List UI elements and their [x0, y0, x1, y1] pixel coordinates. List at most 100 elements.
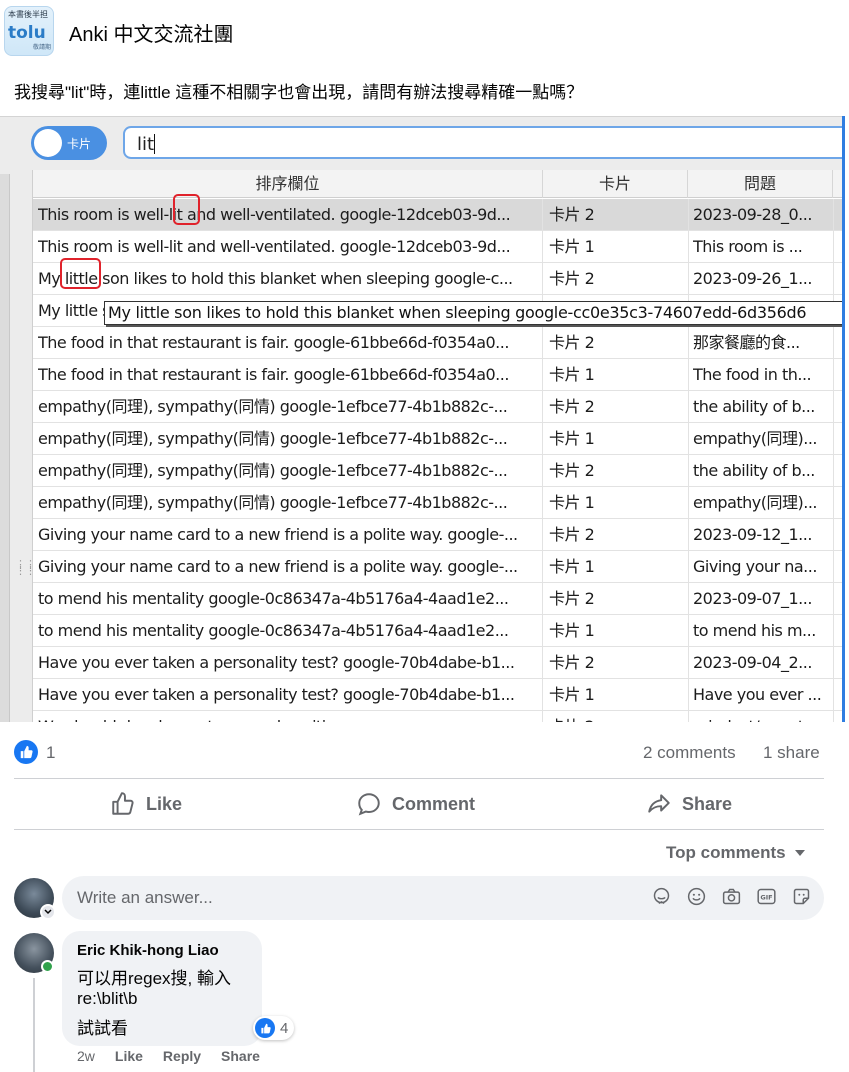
online-status-dot [41, 960, 54, 973]
column-separator [688, 199, 689, 230]
row-card: 卡片 1 [549, 429, 595, 448]
table-row[interactable]: to mend his mentality google-0c86347a-4b… [33, 615, 842, 647]
camera-icon[interactable] [721, 886, 742, 907]
column-separator [688, 327, 689, 358]
row-sort-field: My little son likes to hold this blanket… [38, 263, 543, 294]
group-name-link[interactable]: Anki 中文交流社團 [69, 18, 233, 47]
column-header-card[interactable]: 卡片 [543, 170, 688, 198]
thread-line [33, 978, 35, 1072]
row-question: empathy(同理)... [693, 493, 818, 512]
row-sort-field: to mend his mentality google-0c86347a-4b… [38, 615, 543, 646]
row-card: 卡片 2 [549, 653, 595, 672]
table-row[interactable]: Giving your name card to a new friend is… [33, 551, 842, 583]
row-tooltip: My little son likes to hold this blanket… [104, 301, 842, 325]
post-actions: Like Comment Share [14, 779, 824, 829]
comment-count-link[interactable]: 2 comments [643, 743, 736, 763]
group-avatar[interactable]: 本書後半担 tolu 敬請期 [4, 6, 54, 56]
avatar-dropdown-badge[interactable] [40, 904, 56, 920]
like-reaction-icon[interactable] [14, 740, 38, 764]
comment-reaction-count[interactable]: 4 [253, 1016, 295, 1040]
table-row[interactable]: This room is well-lit and well-ventilate… [33, 199, 842, 231]
comment-share-button[interactable]: Share [221, 1048, 260, 1064]
row-card: 卡片 2 [549, 205, 595, 224]
table-row[interactable]: empathy(同理), sympathy(同情) google-1efbce7… [33, 391, 842, 423]
share-arrow-icon [648, 794, 670, 813]
like-button[interactable]: Like [110, 779, 182, 829]
row-sort-field: Have you ever taken a personality test? … [38, 679, 543, 710]
chevron-down-icon [44, 909, 52, 915]
answer-toolbar: GIF [651, 886, 812, 907]
table-row[interactable]: empathy(同理), sympathy(同情) google-1efbce7… [33, 423, 842, 455]
sidebar-edge [0, 174, 10, 722]
comment-button[interactable]: Comment [356, 779, 475, 829]
anki-search-input[interactable]: lit [123, 126, 842, 159]
row-question: 2023-09-28_0... [693, 205, 812, 224]
reaction-summary: 1 2 comments 1 share [14, 740, 824, 766]
table-row[interactable]: My little son likes to hold this blanket… [33, 263, 842, 295]
post-text: 我搜尋"lit"時，連little 這種不相關字也會出現，請問有辦法搜尋精確一點… [14, 83, 584, 102]
table-row[interactable]: empathy(同理), sympathy(同情) google-1efbce7… [33, 455, 842, 487]
comment-author-link[interactable]: Eric Khik-hong Liao [77, 942, 219, 959]
table-row[interactable]: Giving your name card to a new friend is… [33, 519, 842, 551]
row-sort-field: We should develop a strong and positive [38, 711, 543, 722]
row-question: mindset/ ment... [693, 711, 835, 722]
row-sort-field: empathy(同理), sympathy(同情) google-1efbce7… [38, 391, 543, 422]
cards-notes-toggle[interactable]: 卡片 [31, 126, 107, 160]
comment-sort-dropdown[interactable]: Top comments [666, 843, 806, 863]
emoji-icon[interactable] [686, 886, 707, 907]
comment-text-line: 試試看 [77, 1019, 128, 1038]
comment-reply-button[interactable]: Reply [163, 1048, 201, 1064]
column-separator [688, 583, 689, 614]
row-sort-field: to mend his mentality google-0c86347a-4b… [38, 583, 543, 614]
column-separator [688, 551, 689, 582]
caret-down-icon [794, 850, 805, 856]
table-row[interactable]: This room is well-lit and well-ventilate… [33, 231, 842, 263]
share-button[interactable]: Share [646, 779, 732, 829]
row-sort-field: empathy(同理), sympathy(同情) google-1efbce7… [38, 423, 543, 454]
svg-text:GIF: GIF [760, 894, 772, 902]
sticker-icon[interactable] [791, 886, 812, 907]
group-avatar-logo-text: tolu [8, 23, 46, 43]
table-row[interactable]: We should develop a strong and positive 卡… [33, 711, 842, 722]
table-row[interactable]: The food in that restaurant is fair. goo… [33, 359, 842, 391]
comment-button-label: Comment [392, 793, 476, 814]
row-card: 卡片 2 [549, 711, 688, 722]
table-row[interactable]: to mend his mentality google-0c86347a-4b… [33, 583, 842, 615]
divider-bottom [14, 829, 824, 830]
row-question: 2023-09-07_1... [693, 589, 812, 608]
column-separator [688, 679, 689, 710]
row-card: 卡片 1 [549, 685, 595, 704]
answer-input[interactable]: Write an answer... GIF [62, 876, 824, 920]
table-row[interactable]: Have you ever taken a personality test? … [33, 679, 842, 711]
share-count-link[interactable]: 1 share [763, 743, 820, 763]
comment-reaction-number: 4 [280, 1019, 289, 1037]
gif-icon[interactable]: GIF [756, 886, 777, 907]
anki-browser-screenshot[interactable]: 卡片 lit ⋮⋮ ⋮⋮ 排序欄位 卡片 問題 This room is well… [0, 116, 845, 722]
toggle-label: 卡片 [67, 137, 92, 151]
row-question: empathy(同理)... [693, 429, 818, 448]
text-caret [154, 134, 155, 154]
column-header-sort-field[interactable]: 排序欄位 [33, 170, 543, 198]
row-sort-field: This room is well-lit and well-ventilate… [38, 231, 543, 262]
comment-bubble-icon [358, 793, 380, 816]
table-row[interactable]: empathy(同理), sympathy(同情) google-1efbce7… [33, 487, 842, 519]
row-card: 卡片 2 [549, 589, 595, 608]
row-sort-field: Giving your name card to a new friend is… [38, 519, 543, 550]
row-question: the ability of b... [693, 461, 815, 480]
row-sort-field: This room is well-lit and well-ventilate… [38, 199, 543, 230]
table-header: 排序欄位 卡片 問題 [33, 170, 842, 198]
like-reaction-icon [255, 1018, 275, 1038]
row-question: Have you ever ... [693, 685, 822, 704]
table-row[interactable]: The food in that restaurant is fair. goo… [33, 327, 842, 359]
comment-like-button[interactable]: Like [115, 1048, 143, 1064]
avatar-sticker-icon[interactable] [651, 886, 672, 907]
group-avatar-bottom-text: 敬請期 [32, 44, 51, 51]
column-separator [688, 519, 689, 550]
comment-text-line: 可以用regex搜, 輸入 [77, 969, 231, 988]
like-count[interactable]: 1 [46, 743, 55, 763]
comment-timestamp[interactable]: 2w [77, 1048, 95, 1064]
column-header-question[interactable]: 問題 [688, 170, 833, 198]
row-question: This room is ... [693, 237, 803, 256]
row-question: Giving your na... [693, 557, 817, 576]
table-row[interactable]: Have you ever taken a personality test? … [33, 647, 842, 679]
